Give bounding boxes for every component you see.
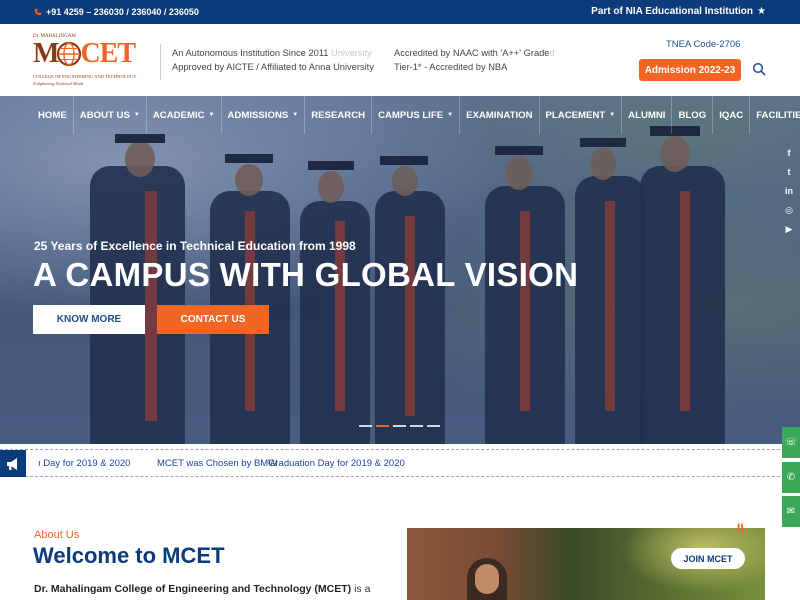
pause-icon[interactable]: II	[737, 521, 744, 535]
megaphone-icon	[0, 450, 26, 477]
nav-item-label: FACILITIES	[756, 109, 800, 121]
nav-item-facilities[interactable]: FACILITIES▼	[750, 96, 800, 134]
ticker-item[interactable]: MCET was Chosen by BMW	[157, 458, 277, 469]
intro-text: Dr. Mahalingam College of Engineering an…	[34, 583, 370, 595]
nav-item-label: PLACEMENT	[545, 109, 606, 121]
slider-dot[interactable]	[359, 425, 372, 427]
linkedin-icon[interactable]: in	[784, 186, 794, 197]
nav-item-examination[interactable]: EXAMINATION	[460, 96, 540, 134]
instagram-icon[interactable]: ◎	[784, 205, 794, 216]
tnea-code: TNEA Code-2706	[666, 39, 741, 50]
nav-item-alumni[interactable]: ALUMNI	[622, 96, 673, 134]
know-more-button[interactable]: KNOW MORE	[33, 305, 145, 334]
chevron-down-icon: ▼	[208, 112, 215, 118]
info2-line1: Accredited by NAAC with 'A++' Grade	[394, 48, 550, 58]
join-mcet-button[interactable]: JOIN MCET	[671, 548, 745, 569]
nav-item-campus-life[interactable]: CAMPUS LIFE ▼	[372, 96, 461, 134]
nav-item-iqac[interactable]: IQAC	[713, 96, 751, 134]
facebook-icon[interactable]: f	[784, 148, 794, 159]
whatsapp-icon[interactable]: ☏	[782, 427, 800, 458]
slider-dots	[359, 425, 440, 427]
info2-line2: Tier-1* - Accredited by NBA	[394, 62, 508, 72]
logo-subtitle: COLLEGE OF ENGINEERING AND TECHNOLOGY	[33, 74, 137, 79]
phone-icon	[34, 8, 42, 16]
nav-item-label: ALUMNI	[628, 109, 666, 121]
nav-item-home[interactable]: HOME	[32, 96, 74, 134]
nav-item-about-us[interactable]: ABOUT US ▼	[74, 96, 147, 134]
slider-dot[interactable]	[393, 425, 406, 427]
nav-item-label: ACADEMIC	[152, 109, 205, 121]
nav-item-label: RESEARCH	[311, 109, 366, 121]
nav-item-label: ABOUT US	[79, 109, 130, 121]
hero-title: A CAMPUS WITH GLOBAL VISION	[33, 256, 579, 293]
star-icon: ★	[757, 6, 766, 17]
globe-icon	[57, 41, 82, 67]
ticker-item[interactable]: ı Day for 2019 & 2020	[38, 458, 130, 469]
social-links: f t in ◎ ▶	[784, 148, 794, 235]
welcome-heading: Welcome to MCET	[33, 543, 225, 568]
call-icon[interactable]: ✆	[782, 462, 800, 493]
intro-bold: Dr. Mahalingam College of Engineering an…	[34, 583, 352, 595]
logo-mark: M CET	[33, 38, 136, 70]
contact-us-button[interactable]: CONTACT US	[157, 305, 269, 334]
nav-item-label: IQAC	[719, 109, 744, 121]
info1-line2: Approved by AICTE / Affiliated to Anna U…	[172, 62, 374, 72]
chevron-down-icon: ▼	[609, 112, 616, 118]
nia-affiliation[interactable]: Part of NIA Educational Institution ★	[591, 6, 766, 17]
top-bar: +91 4259 – 236030 / 236040 / 236050 Part…	[0, 0, 800, 24]
nav-item-placement[interactable]: PLACEMENT ▼	[540, 96, 623, 134]
nav-item-academic[interactable]: ACADEMIC ▼	[147, 96, 222, 134]
nav-item-blog[interactable]: BLOG	[672, 96, 714, 134]
hero-subtitle: 25 Years of Excellence in Technical Educ…	[34, 239, 356, 253]
about-label: About Us	[34, 529, 80, 541]
chevron-down-icon: ▼	[292, 112, 299, 118]
info1-line1: An Autonomous Institution Since 2011	[172, 48, 329, 58]
nav-item-label: ADMISSIONS	[227, 109, 289, 121]
chevron-down-icon: ▼	[133, 112, 140, 118]
nav-item-label: EXAMINATION	[466, 109, 533, 121]
youtube-icon[interactable]: ▶	[784, 224, 794, 235]
main-nav: HOME ABOUT US ▼ ACADEMIC ▼ ADMISSIONS ▼ RESEARC…	[32, 96, 800, 134]
nav-item-label: CAMPUS LIFE	[378, 109, 444, 121]
nav-item-label: BLOG	[678, 109, 707, 121]
logo-m: M	[33, 38, 59, 69]
twitter-icon[interactable]: t	[784, 167, 794, 178]
nia-label: Part of NIA Educational Institution	[591, 6, 754, 17]
logo-cet: CET	[80, 38, 136, 69]
info1-ghost: University	[328, 48, 372, 58]
logo-tagline: Enlightening Technical Minds	[33, 81, 84, 86]
header-divider	[160, 44, 161, 80]
nav-item-admissions[interactable]: ADMISSIONS ▼	[222, 96, 306, 134]
accreditation-info: Accredited by NAAC with 'A++' Graded Tie…	[394, 46, 555, 74]
info2-ghost: d	[549, 48, 555, 58]
institution-info: An Autonomous Institution Since 2011 Uni…	[172, 46, 374, 74]
news-ticker: ı Day for 2019 & 2020 MCET was Chosen by…	[0, 449, 800, 477]
slider-dot[interactable]	[427, 425, 440, 427]
mcet-logo[interactable]: Dr. MAHALINGAM M CET COLLEGE OF ENGINEER…	[33, 34, 143, 88]
hero-slider: HOME ABOUT US ▼ ACADEMIC ▼ ADMISSIONS ▼ RESEARC…	[0, 96, 800, 444]
search-icon[interactable]	[752, 62, 766, 76]
site-header: Dr. MAHALINGAM M CET COLLEGE OF ENGINEER…	[0, 24, 800, 96]
intro-rest: is a	[351, 583, 371, 595]
chevron-down-icon: ▼	[447, 112, 454, 118]
admission-button[interactable]: Admission 2022-23	[639, 59, 741, 81]
slider-dot[interactable]	[376, 425, 389, 427]
nav-item-label: HOME	[38, 109, 67, 121]
mail-icon[interactable]: ✉	[782, 496, 800, 527]
phone-contact[interactable]: +91 4259 – 236030 / 236040 / 236050	[34, 7, 199, 17]
slider-dot[interactable]	[410, 425, 423, 427]
ticker-item[interactable]: Graduation Day for 2019 & 2020	[268, 458, 405, 469]
nav-item-research[interactable]: RESEARCH	[305, 96, 373, 134]
phone-number: +91 4259 – 236030 / 236040 / 236050	[46, 7, 199, 17]
